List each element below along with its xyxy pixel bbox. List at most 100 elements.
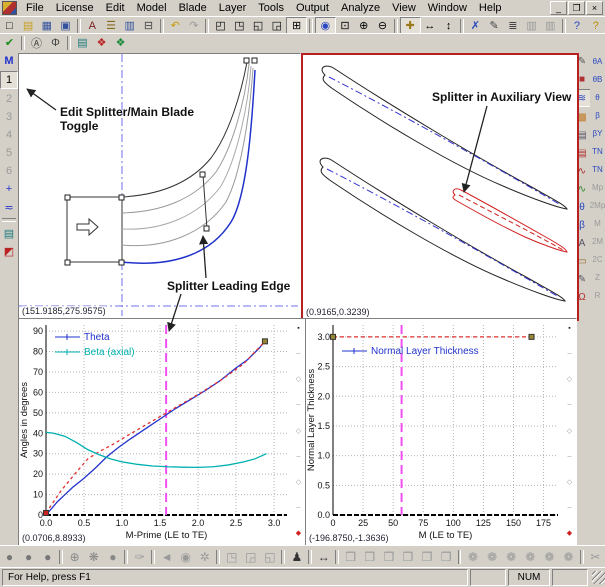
series-Theta[interactable] [46,341,265,515]
shade-mode-3-button[interactable]: ● [38,548,57,566]
find-button[interactable]: A [83,18,102,34]
menu-tools[interactable]: Tools [252,1,290,15]
mesh-tool-4-button[interactable]: ❁ [521,548,540,566]
layer-3-button[interactable]: 3 [1,109,17,125]
edit-point-button[interactable]: ✎ [485,18,504,34]
axis-box-z-button[interactable]: ◱ [260,548,279,566]
sphere-solid-button[interactable]: ● [103,548,122,566]
table-editor-button[interactable]: ▥ [120,18,139,34]
layer-display-button[interactable]: ◩ [1,243,17,259]
mesh-tool-5-button[interactable]: ❁ [540,548,559,566]
menu-file[interactable]: File [20,1,50,15]
stretch-vertical-button[interactable]: ↕ [439,18,458,34]
shade-mode-2-button[interactable]: ● [19,548,38,566]
window-bottom-right-button[interactable]: ◲ [267,18,286,34]
minimize-button[interactable]: _ [550,1,567,15]
point-marker[interactable] [529,334,534,339]
plot-tn-1-button[interactable]: TN [590,143,605,159]
mesh-tool-1-button[interactable]: ❁ [463,548,482,566]
plot-beta-y-button[interactable]: βY [590,125,605,141]
blade-solid-toggle-button[interactable]: ❖ [92,35,111,51]
merge-layer-button[interactable]: ≂ [1,199,17,215]
point-marker[interactable] [331,334,336,339]
surface-tool-1-button[interactable]: ❒ [341,548,360,566]
axis-m-button[interactable]: M [590,215,605,231]
menu-blade[interactable]: Blade [173,1,213,15]
surface-tool-3-button[interactable]: ❒ [379,548,398,566]
sphere-mesh-button[interactable]: ❋ [84,548,103,566]
menu-window[interactable]: Window [422,1,473,15]
orbit-view-button[interactable]: ◉ [176,548,195,566]
window-grid-button[interactable]: ⊞ [286,17,307,35]
surface-tool-6-button[interactable]: ❒ [437,548,456,566]
layer-stack-button[interactable]: ≣ [503,18,522,34]
angles-chart-pane[interactable]: 0.00.51.01.52.02.53.00102030405060708090… [18,318,306,546]
menu-output[interactable]: Output [290,1,335,15]
axis-z-button[interactable]: Z [590,269,605,285]
main-blade-toggle-button[interactable]: M [1,53,17,69]
shade-mode-1-button[interactable]: ● [0,548,19,566]
menu-help[interactable]: Help [473,1,508,15]
fit-view-button[interactable]: ◉ [315,17,336,35]
save-all-button[interactable]: ▣ [56,18,75,34]
add-layer-button[interactable]: + [1,181,17,197]
cut-tool-button[interactable]: ✂ [586,548,605,566]
menu-layer[interactable]: Layer [213,1,253,15]
sphere-wire-button[interactable]: ⊕ [65,548,84,566]
layer-6-button[interactable]: 6 [1,163,17,179]
meridional-canvas[interactable] [19,54,298,316]
axis-mp-button[interactable]: Mp [590,179,605,195]
resize-grip[interactable] [592,571,605,584]
rotate-view-button[interactable]: ◄ [157,548,176,566]
figure-view-button[interactable]: ♟ [287,548,306,566]
zoom-in-button[interactable]: ⊕ [354,18,373,34]
audit-button[interactable]: Ⓐ [27,35,46,51]
axis-box-x-button[interactable]: ◳ [222,548,241,566]
axis-box-y-button[interactable]: ◲ [241,548,260,566]
restore-button[interactable]: ❐ [568,1,585,15]
layer-5-button[interactable]: 5 [1,145,17,161]
thickness-chart-pane[interactable]: 02550751001251501750.00.51.01.52.02.53.0… [305,318,577,546]
surface-tool-4-button[interactable]: ❒ [398,548,417,566]
surface-tool-5-button[interactable]: ❒ [417,548,436,566]
properties-button[interactable]: ▤ [73,35,92,51]
pan-button[interactable]: ✚ [400,17,421,35]
meridional-view-pane[interactable]: (151.9185,275.9575) [18,53,301,319]
series-Beta (axial)[interactable] [46,432,266,467]
auxiliary-view-pane[interactable]: (0.9165,0.3239) [301,53,579,321]
new-button[interactable]: □ [0,18,19,34]
surface-tool-2-button[interactable]: ❒ [360,548,379,566]
help-topics-button[interactable]: ? [586,18,605,34]
splitter-solid-toggle-button[interactable]: ❖ [111,35,130,51]
thickness-chart[interactable]: 02550751001251501750.00.51.01.52.02.53.0… [306,319,574,543]
plot-theta-b-button[interactable]: θB [590,71,605,87]
axis-r-button[interactable]: R [590,287,605,303]
layer-1-button[interactable]: 1 [0,71,18,89]
menu-edit[interactable]: Edit [100,1,131,15]
menu-view[interactable]: View [386,1,422,15]
plot-theta-a-button[interactable]: θA [590,53,605,69]
span-horizontal-button[interactable]: ↔ [314,548,333,566]
worksheet-1-button[interactable]: ▥ [522,18,541,34]
open-button[interactable]: ▤ [19,18,38,34]
print-button[interactable]: ⊟ [139,18,158,34]
control-handles[interactable] [65,58,257,265]
menu-license[interactable]: License [50,1,100,15]
auxiliary-canvas[interactable] [303,55,573,315]
main-blade-outline-1[interactable] [322,66,567,209]
plot-beta-button[interactable]: β [590,107,605,123]
window-top-left-button[interactable]: ◰ [211,18,230,34]
mesh-tool-2-button[interactable]: ❁ [483,548,502,566]
axis-2mp-button[interactable]: 2Mp [590,197,605,213]
plot-theta-button[interactable]: θ [590,89,605,105]
app-icon[interactable] [2,1,17,15]
ink-tool-button[interactable]: ✑ [130,548,149,566]
mesh-tool-6-button[interactable]: ❁ [559,548,578,566]
series-ref-line[interactable] [46,341,265,513]
plot-tn-2-button[interactable]: TN [590,161,605,177]
layer-curves[interactable] [122,62,255,263]
menu-model[interactable]: Model [131,1,173,15]
blade-manager-button[interactable]: ☰ [102,18,121,34]
angles-chart[interactable]: 0.00.51.01.52.02.53.00102030405060708090… [19,319,303,543]
stretch-horizontal-button[interactable]: ↔ [421,18,440,34]
